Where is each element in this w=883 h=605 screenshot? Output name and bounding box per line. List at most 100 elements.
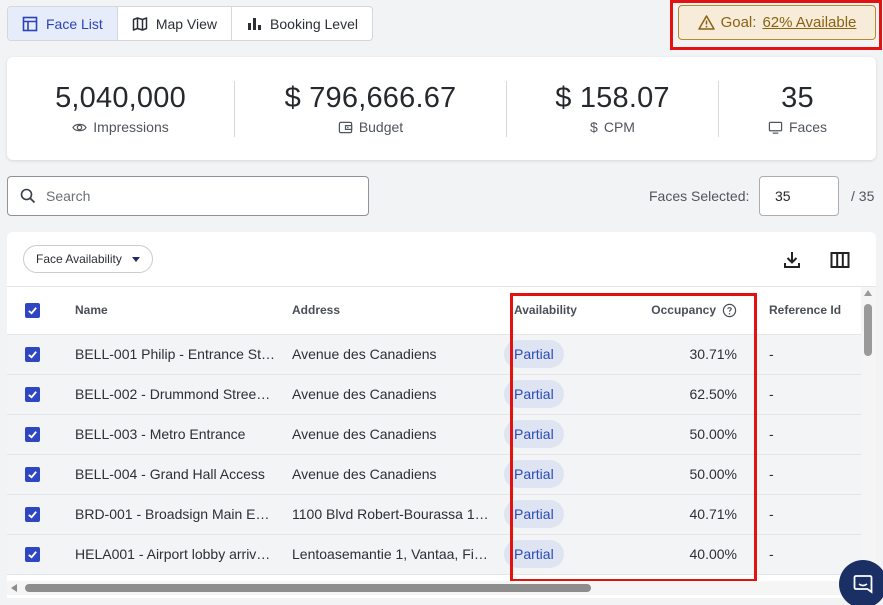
- row-checkbox-cell: [7, 374, 59, 415]
- cell-availability: Partial: [500, 374, 595, 415]
- goal-badge[interactable]: Goal: 62% Available: [678, 5, 876, 40]
- check-icon: [28, 391, 37, 399]
- select-all-checkbox[interactable]: [25, 302, 40, 318]
- goal-value-link[interactable]: 62% Available: [762, 14, 856, 31]
- chat-icon: [853, 575, 873, 594]
- availability-pill: Partial: [504, 460, 564, 488]
- tab-map-view[interactable]: Map View: [118, 7, 233, 40]
- stat-cpm: $ 158.07 $ CPM: [507, 80, 719, 137]
- faces-table: Name Address Availability Occupancy Refe…: [7, 287, 861, 575]
- row-checkbox[interactable]: [25, 427, 40, 443]
- check-icon: [28, 511, 37, 519]
- view-tabs: Face List Map View Booking Level: [7, 6, 373, 41]
- summary-stats-card: 5,040,000 Impressions $ 796,666.67 Budge…: [7, 57, 876, 160]
- dollar-icon: $: [590, 119, 598, 135]
- search-input[interactable]: [46, 188, 346, 204]
- check-icon: [28, 551, 37, 559]
- cell-address: Avenue des Canadiens: [284, 414, 500, 455]
- horizontal-scroll-thumb[interactable]: [25, 584, 591, 592]
- cell-availability: Partial: [500, 534, 595, 575]
- column-header-availability[interactable]: Availability: [500, 287, 595, 335]
- row-checkbox[interactable]: [25, 387, 40, 403]
- columns-icon[interactable]: [829, 249, 851, 271]
- chat-launcher-button[interactable]: [839, 560, 883, 605]
- help-circle-icon[interactable]: [722, 303, 737, 318]
- tab-face-list[interactable]: Face List: [8, 7, 118, 40]
- cell-reference-id: -: [747, 374, 861, 415]
- check-icon: [28, 351, 37, 359]
- column-header-name[interactable]: Name: [59, 287, 284, 335]
- cell-availability: Partial: [500, 334, 595, 375]
- occupancy-header-label: Occupancy: [651, 303, 716, 318]
- cell-occupancy: 50.00%: [595, 454, 747, 495]
- tab-map-view-label: Map View: [155, 15, 218, 32]
- select-all-cell: [7, 287, 59, 335]
- download-icon[interactable]: [781, 249, 803, 271]
- faces-selected-label: Faces Selected:: [649, 188, 750, 204]
- tab-face-list-label: Face List: [46, 15, 103, 32]
- availability-pill: Partial: [504, 420, 564, 448]
- cell-name: BELL-004 - Grand Hall Access: [59, 454, 284, 495]
- cell-availability: Partial: [500, 414, 595, 455]
- cell-occupancy: 40.00%: [595, 534, 747, 575]
- table-row[interactable]: BELL-003 - Metro Entrance Avenue des Cana…: [7, 414, 861, 455]
- faces-table-card: Face Availability Name Address Availabil…: [7, 232, 876, 598]
- cell-occupancy: 50.00%: [595, 414, 747, 455]
- row-checkbox[interactable]: [25, 467, 40, 483]
- cell-address: Avenue des Canadiens: [284, 454, 500, 495]
- stat-cpm-label: CPM: [603, 119, 635, 135]
- warning-icon: [697, 15, 715, 30]
- table-row[interactable]: BRD-001 - Broadsign Main E… 1100 Blvd Rob…: [7, 494, 861, 535]
- cell-name: HELA001 - Airport lobby arriv…: [59, 534, 284, 575]
- scroll-up-arrow-icon[interactable]: [864, 290, 872, 296]
- cell-availability: Partial: [500, 454, 595, 495]
- cell-name: BELL-002 - Drummond Stree…: [59, 374, 284, 415]
- table-row[interactable]: BELL-002 - Drummond Stree… Avenue des Can…: [7, 374, 861, 415]
- stat-impressions-label: Impressions: [93, 119, 169, 135]
- search-box[interactable]: [7, 176, 369, 216]
- stat-budget-value: $ 796,666.67: [284, 82, 457, 114]
- stat-faces: 35 Faces: [719, 81, 876, 137]
- scroll-left-arrow-icon[interactable]: [11, 584, 17, 592]
- tab-booking-level[interactable]: Booking Level: [232, 7, 372, 40]
- row-checkbox-cell: [7, 494, 59, 535]
- cell-name: BELL-001 Philip - Entrance St…: [59, 334, 284, 375]
- column-header-occupancy[interactable]: Occupancy: [595, 287, 747, 335]
- check-icon: [28, 471, 37, 479]
- horizontal-scrollbar[interactable]: [7, 581, 861, 595]
- row-checkbox-cell: [7, 454, 59, 495]
- map-icon: [132, 16, 148, 31]
- table-header-row: Name Address Availability Occupancy Refe…: [7, 287, 861, 335]
- vertical-scrollbar[interactable]: [861, 287, 876, 579]
- eye-icon: [72, 123, 88, 131]
- stat-budget: $ 796,666.67 Budget: [235, 80, 507, 137]
- row-checkbox-cell: [7, 414, 59, 455]
- cell-availability: Partial: [500, 494, 595, 535]
- column-header-reference-id[interactable]: Reference Id: [747, 287, 861, 335]
- monitor-icon: [768, 121, 783, 134]
- vertical-scroll-thumb[interactable]: [864, 304, 872, 356]
- column-header-address[interactable]: Address: [284, 287, 500, 335]
- cell-occupancy: 30.71%: [595, 334, 747, 375]
- cell-reference-id: -: [747, 334, 861, 375]
- cell-occupancy: 62.50%: [595, 374, 747, 415]
- stat-faces-value: 35: [781, 82, 814, 114]
- availability-pill: Partial: [504, 500, 564, 528]
- availability-pill: Partial: [504, 340, 564, 368]
- table-row[interactable]: BELL-001 Philip - Entrance St… Avenue des…: [7, 334, 861, 375]
- stat-impressions-value: 5,040,000: [55, 82, 186, 114]
- faces-selected-input[interactable]: [759, 176, 839, 216]
- filter-label: Face Availability: [36, 252, 122, 266]
- table-row[interactable]: BELL-004 - Grand Hall Access Avenue des C…: [7, 454, 861, 495]
- cell-name: BRD-001 - Broadsign Main E…: [59, 494, 284, 535]
- row-checkbox[interactable]: [25, 507, 40, 523]
- face-availability-filter[interactable]: Face Availability: [23, 245, 153, 273]
- table-row[interactable]: HELA001 - Airport lobby arriv… Lentoasema…: [7, 534, 861, 575]
- cell-address: Avenue des Canadiens: [284, 374, 500, 415]
- tab-booking-level-label: Booking Level: [270, 15, 358, 32]
- cell-occupancy: 40.71%: [595, 494, 747, 535]
- row-checkbox[interactable]: [25, 547, 40, 563]
- row-checkbox[interactable]: [25, 347, 40, 363]
- row-checkbox-cell: [7, 334, 59, 375]
- stat-budget-label: Budget: [358, 119, 404, 135]
